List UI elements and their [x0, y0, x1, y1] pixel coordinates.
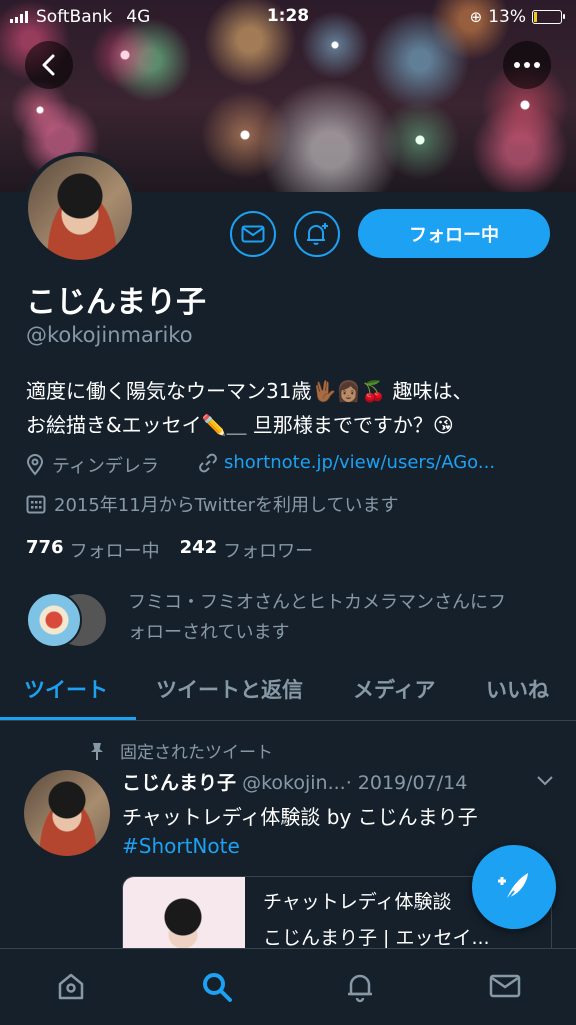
followed-by-line: ォローされています — [128, 622, 290, 643]
envelope-icon — [241, 225, 265, 243]
notify-button[interactable] — [294, 211, 340, 257]
followers-label: フォロワー — [223, 541, 314, 562]
pinned-label: 固定されたツイート — [88, 738, 273, 763]
following-label: フォロー中 — [69, 541, 160, 562]
profile-bio: 適度に働く陽気なウーマン31歳🖖🏾👩🏽🍒 趣味は、 お絵描き&エッセイ✏️＿ 旦… — [26, 374, 566, 442]
tweet-date: · 2019/07/14 — [345, 772, 468, 794]
location-pin-icon — [26, 454, 44, 476]
followers-count: 242 — [179, 537, 218, 558]
message-button[interactable] — [230, 211, 276, 257]
tweet-avatar[interactable] — [24, 770, 110, 856]
chevron-down-icon[interactable] — [536, 775, 554, 787]
following-link[interactable]: 776 フォロー中 — [26, 537, 160, 563]
mail-icon[interactable] — [489, 974, 521, 998]
search-icon[interactable] — [201, 971, 233, 1003]
battery-icon — [532, 10, 565, 24]
back-button[interactable] — [25, 41, 73, 89]
tweet-header: こじんまり子 @kokojin...· 2019/07/14 — [122, 768, 467, 795]
more-icon — [514, 62, 540, 68]
pin-icon — [91, 742, 103, 760]
back-arrow-icon — [42, 54, 55, 76]
compose-feather-icon — [498, 873, 528, 902]
tweet-hashtag[interactable]: #ShortNote — [122, 834, 240, 858]
battery-percent: 13% — [488, 7, 526, 27]
tab-tweets-and-replies[interactable]: ツイートと返信 — [156, 674, 303, 704]
profile-handle: @kokojinmariko — [26, 323, 193, 347]
location-text: ティンデレラ — [52, 456, 159, 477]
profile-url[interactable]: shortnote.jp/view/users/AGo... — [198, 452, 495, 473]
divider — [0, 720, 576, 721]
following-button[interactable]: フォロー中 — [358, 209, 550, 258]
tab-likes[interactable]: いいね — [486, 674, 549, 704]
calendar-icon — [26, 495, 46, 514]
rotation-lock-icon: ⊕ — [469, 8, 483, 26]
pinned-text: 固定されたツイート — [120, 743, 273, 763]
following-count: 776 — [26, 537, 64, 558]
tweet-author-name[interactable]: こじんまり子 — [122, 772, 236, 794]
followed-by-line: フミコ・フミオさんとヒトカメラマンさんにフ — [128, 592, 506, 613]
followed-by-text: フミコ・フミオさんとヒトカメラマンさんにフ ォローされています — [128, 588, 506, 648]
tab-media[interactable]: メディア — [353, 674, 436, 704]
bio-line: お絵描き&エッセイ✏️＿ 旦那様までですか？😘 — [26, 413, 454, 437]
tab-tweets[interactable]: ツイート — [24, 674, 108, 704]
joined-text: 2015年11月からTwitterを利用しています — [54, 495, 399, 516]
profile-joined: 2015年11月からTwitterを利用しています — [26, 491, 399, 517]
compose-button[interactable] — [472, 845, 556, 929]
tweet-author-handle: @kokojin... — [242, 772, 346, 794]
tweet-text: チャットレディ体験談 by こじんまり子 — [122, 805, 478, 829]
bottom-tab-bar — [0, 948, 576, 1025]
card-thumbnail — [123, 877, 245, 953]
bell-icon[interactable] — [345, 971, 375, 1003]
home-icon[interactable] — [56, 971, 86, 1001]
avatar[interactable] — [24, 152, 136, 264]
card-subtitle: こじんまり子 | エッセイ... — [263, 927, 490, 949]
status-bar: SoftBank 4G 1:28 ⊕ 13% — [0, 0, 576, 34]
profile-name: こじんまり子 — [26, 285, 206, 320]
more-button[interactable] — [503, 41, 551, 89]
card-title: チャットレディ体験談 — [263, 891, 452, 913]
followed-by-avatars[interactable] — [26, 592, 112, 648]
follow-counts: 776 フォロー中 242 フォロワー — [26, 537, 313, 563]
followers-link[interactable]: 242 フォロワー — [180, 537, 314, 563]
url-text[interactable]: shortnote.jp/view/users/AGo... — [224, 452, 495, 473]
follower-avatar — [26, 592, 82, 648]
bio-line: 適度に働く陽気なウーマン31歳🖖🏾👩🏽🍒 趣味は、 — [26, 379, 473, 403]
bell-plus-icon — [307, 223, 328, 245]
link-icon — [199, 453, 217, 472]
profile-location: ティンデレラ — [26, 452, 159, 478]
